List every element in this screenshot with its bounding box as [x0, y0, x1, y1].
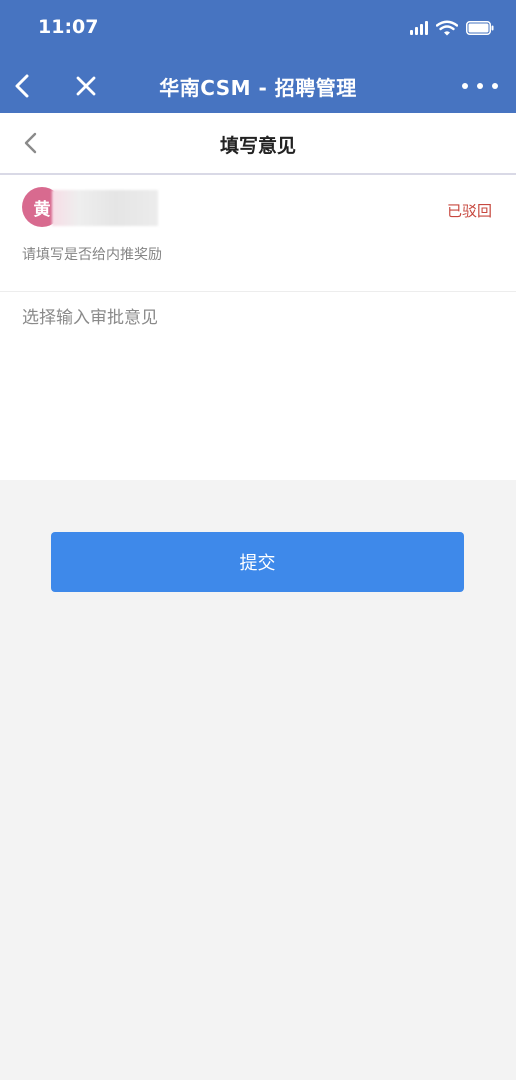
- applicant-name-redacted: [52, 190, 158, 226]
- page-title: 华南CSM - 招聘管理: [159, 76, 357, 100]
- status-time: 11:07: [38, 16, 99, 38]
- status-badge: 已驳回: [446, 202, 492, 220]
- subheader-title: 填写意见: [219, 135, 296, 157]
- wifi-icon: [436, 20, 458, 36]
- divider: [0, 291, 516, 292]
- more-dot: [492, 83, 498, 89]
- submit-button[interactable]: 提交: [51, 532, 464, 592]
- instruction-hint: 请填写是否给内推奖励: [22, 247, 162, 263]
- approval-card: 黄 已驳回 请填写是否给内推奖励: [0, 175, 516, 480]
- more-menu-button[interactable]: [462, 74, 498, 98]
- app-header: 11:07 华南CSM - 招聘管理: [0, 0, 516, 113]
- cellular-signal-icon: [410, 21, 428, 35]
- battery-icon: [466, 21, 494, 35]
- more-dot: [462, 83, 468, 89]
- more-dot: [477, 83, 483, 89]
- opinion-input[interactable]: [22, 303, 494, 463]
- avatar-initial: 黄: [33, 199, 51, 220]
- status-icons: [410, 20, 494, 36]
- sub-header: 填写意见: [0, 113, 516, 175]
